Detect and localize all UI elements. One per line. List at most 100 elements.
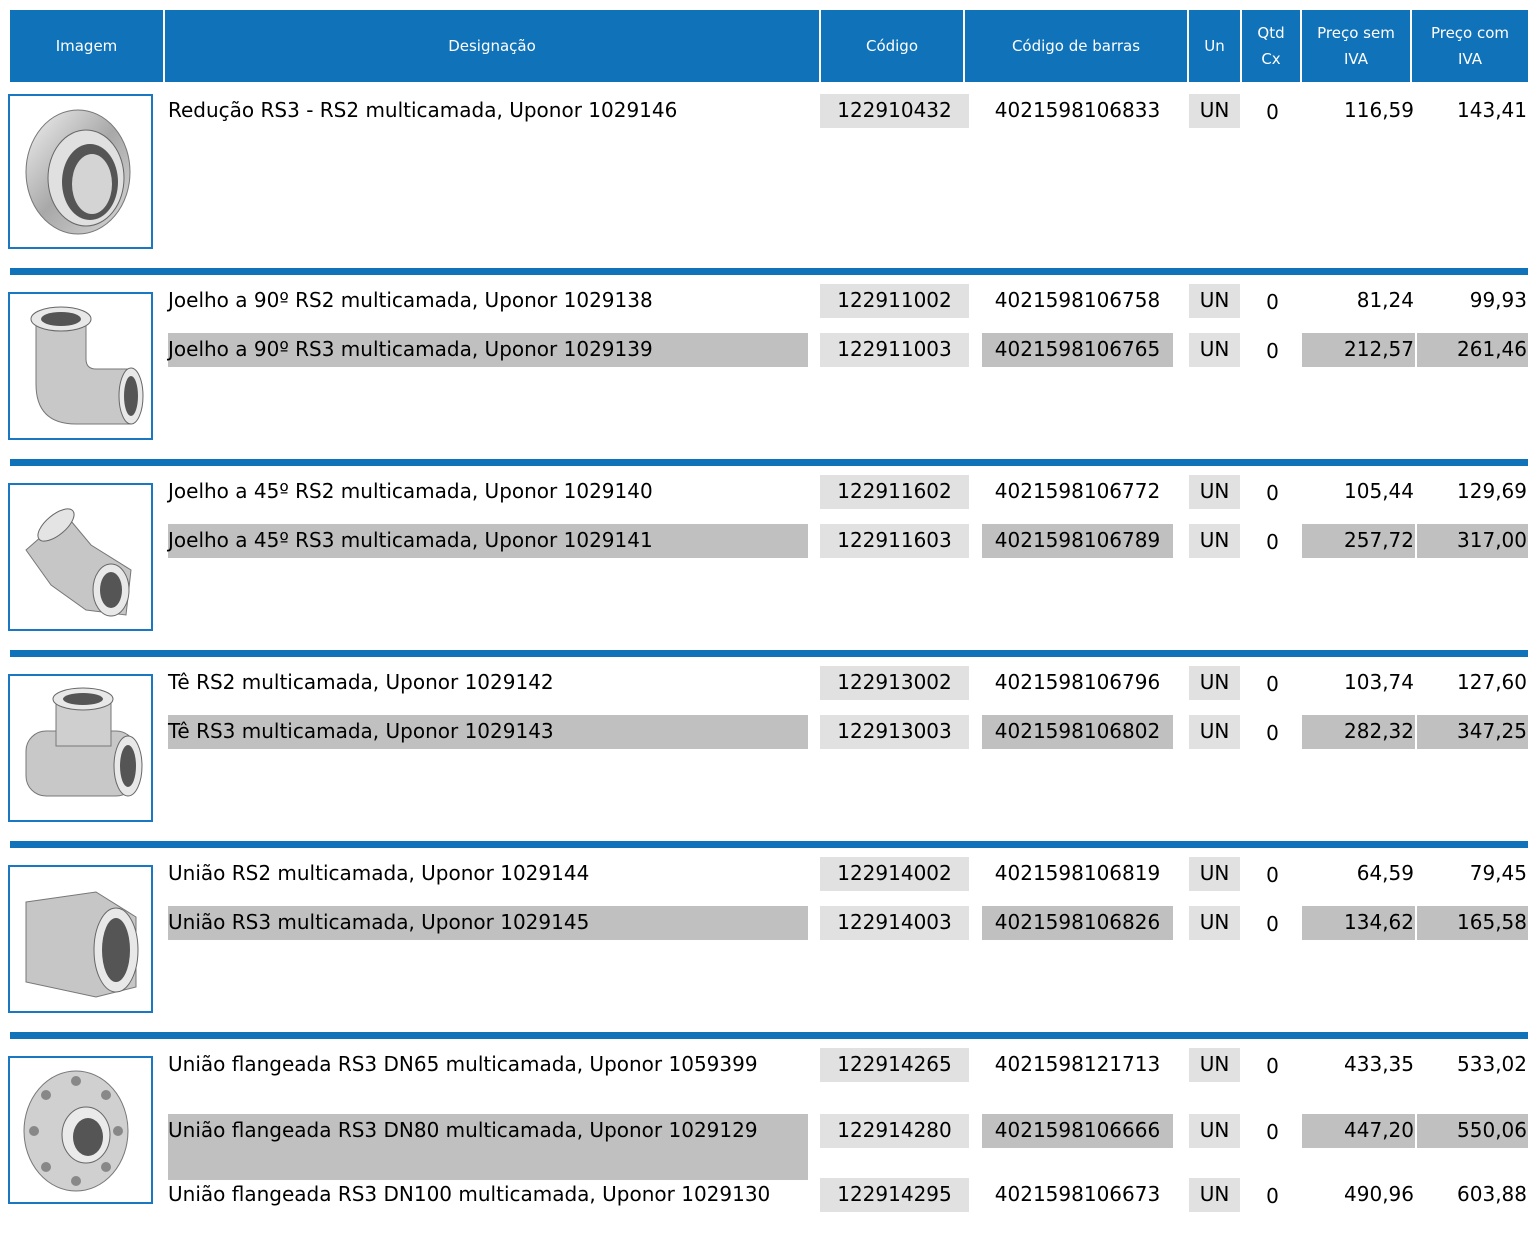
- row-qtd: 0: [1266, 100, 1279, 124]
- row-preco-sem-iva: 64,59: [1356, 861, 1414, 885]
- row-un: UN: [1189, 1048, 1240, 1082]
- row-preco-com-iva: 317,00: [1417, 524, 1528, 558]
- row-designacao: União flangeada RS3 DN65 multicamada, Up…: [168, 1052, 758, 1076]
- header-preco-com-iva: Preço com IVA: [1412, 10, 1528, 82]
- group-divider: [10, 1032, 1528, 1039]
- header-imagem: Imagem: [10, 10, 163, 82]
- row-preco-sem-iva: 103,74: [1344, 670, 1414, 694]
- row-qtd: 0: [1266, 1184, 1279, 1208]
- group-divider: [10, 841, 1528, 848]
- row-preco-com-iva: 550,06: [1417, 1114, 1528, 1148]
- row-qtd: 0: [1266, 1120, 1279, 1144]
- product-group-joelho-45: Joelho a 45º RS2 multicamada, Uponor 102…: [0, 459, 1532, 634]
- row-preco-com-iva: 261,46: [1417, 333, 1528, 367]
- row-preco-sem-iva: 81,24: [1356, 288, 1414, 312]
- row-un: UN: [1189, 284, 1240, 318]
- row-codigo-barras: 4021598106796: [994, 670, 1161, 694]
- row-qtd: 0: [1266, 481, 1279, 505]
- row-preco-com-iva: 603,88: [1457, 1182, 1527, 1206]
- row-un: UN: [1189, 524, 1240, 558]
- row-preco-com-iva: 127,60: [1457, 670, 1527, 694]
- row-preco-sem-iva: 490,96: [1344, 1182, 1414, 1206]
- header-preco-sem-iva: Preço sem IVA: [1302, 10, 1410, 82]
- row-codigo: 122913003: [820, 715, 969, 749]
- row-preco-com-iva: 99,93: [1469, 288, 1527, 312]
- row-preco-sem-iva: 433,35: [1344, 1052, 1414, 1076]
- union-fitting-icon: [8, 865, 153, 1013]
- product-group-joelho-90: Joelho a 90º RS2 multicamada, Uponor 102…: [0, 268, 1532, 443]
- header-preco-com-line2: IVA: [1458, 50, 1482, 68]
- row-designacao: Joelho a 45º RS2 multicamada, Uponor 102…: [168, 479, 653, 503]
- row-designacao: Tê RS2 multicamada, Uponor 1029142: [168, 670, 554, 694]
- row-qtd: 0: [1266, 912, 1279, 936]
- row-codigo: 122914265: [820, 1048, 969, 1082]
- row-preco-com-iva: 129,69: [1457, 479, 1527, 503]
- row-un: UN: [1189, 333, 1240, 367]
- row-codigo: 122911003: [820, 333, 969, 367]
- row-un: UN: [1189, 666, 1240, 700]
- row-codigo-barras: 4021598106833: [994, 98, 1161, 122]
- row-codigo-barras: 4021598106772: [994, 479, 1161, 503]
- row-codigo: 122911602: [820, 475, 969, 509]
- row-codigo: 122913002: [820, 666, 969, 700]
- header-qtd-line1: Qtd: [1257, 24, 1285, 42]
- header-designacao: Designação: [165, 10, 819, 82]
- row-preco-sem-iva: 257,72: [1302, 524, 1415, 558]
- row-un: UN: [1189, 906, 1240, 940]
- row-codigo-barras: 4021598106826: [982, 906, 1173, 940]
- row-preco-sem-iva: 212,57: [1302, 333, 1415, 367]
- row-codigo: 122914003: [820, 906, 969, 940]
- product-group-uniao: União RS2 multicamada, Uponor 1029144 12…: [0, 841, 1532, 1016]
- row-qtd: 0: [1266, 672, 1279, 696]
- header-qtd-line2: Cx: [1261, 50, 1281, 68]
- flanged-union-fitting-icon: [8, 1056, 153, 1204]
- row-designacao: Joelho a 45º RS3 multicamada, Uponor 102…: [168, 524, 808, 558]
- row-qtd: 0: [1266, 721, 1279, 745]
- row-designacao: Joelho a 90º RS3 multicamada, Uponor 102…: [168, 333, 808, 367]
- row-designacao: União flangeada RS3 DN100 multicamada, U…: [168, 1182, 771, 1206]
- row-designacao: União RS3 multicamada, Uponor 1029145: [168, 906, 808, 940]
- row-preco-com-iva: 533,02: [1457, 1052, 1527, 1076]
- row-codigo: 122914280: [820, 1114, 969, 1148]
- row-qtd: 0: [1266, 1054, 1279, 1078]
- row-codigo-barras: 4021598106819: [994, 861, 1161, 885]
- row-un: UN: [1189, 715, 1240, 749]
- row-preco-sem-iva: 447,20: [1302, 1114, 1415, 1148]
- header-qtd-cx: Qtd Cx: [1242, 10, 1300, 82]
- row-preco-sem-iva: 116,59: [1344, 98, 1414, 122]
- tee-fitting-icon: [8, 674, 153, 822]
- row-un: UN: [1189, 857, 1240, 891]
- row-codigo-barras: 4021598106673: [994, 1182, 1161, 1206]
- row-preco-com-iva: 79,45: [1469, 861, 1527, 885]
- row-codigo-barras: 4021598106765: [982, 333, 1173, 367]
- row-preco-com-iva: 165,58: [1417, 906, 1528, 940]
- elbow-45-fitting-icon: [8, 483, 153, 631]
- row-designacao: Tê RS3 multicamada, Uponor 1029143: [168, 715, 808, 749]
- header-un: Un: [1189, 10, 1240, 82]
- reducer-fitting-icon: [8, 94, 153, 249]
- row-designacao: União flangeada RS3 DN80 multicamada, Up…: [168, 1114, 808, 1180]
- group-divider: [10, 268, 1528, 275]
- row-designacao: União RS2 multicamada, Uponor 1029144: [168, 861, 590, 885]
- row-designacao: Redução RS3 - RS2 multicamada, Uponor 10…: [168, 98, 678, 122]
- product-group-te: Tê RS2 multicamada, Uponor 1029142 12291…: [0, 650, 1532, 825]
- group-divider: [10, 650, 1528, 657]
- row-preco-com-iva: 347,25: [1417, 715, 1528, 749]
- row-qtd: 0: [1266, 290, 1279, 314]
- row-codigo-barras: 4021598106758: [994, 288, 1161, 312]
- row-codigo-barras: 4021598106802: [982, 715, 1173, 749]
- row-codigo-barras: 4021598106789: [982, 524, 1173, 558]
- row-un: UN: [1189, 1178, 1240, 1212]
- elbow-90-fitting-icon: [8, 292, 153, 440]
- row-preco-sem-iva: 134,62: [1302, 906, 1415, 940]
- row-qtd: 0: [1266, 339, 1279, 363]
- row-qtd: 0: [1266, 863, 1279, 887]
- row-preco-com-iva: 143,41: [1457, 98, 1527, 122]
- row-codigo: 122914002: [820, 857, 969, 891]
- row-codigo: 122914295: [820, 1178, 969, 1212]
- header-codigo: Código: [821, 10, 963, 82]
- row-preco-sem-iva: 105,44: [1344, 479, 1414, 503]
- group-divider: [10, 459, 1528, 466]
- row-un: UN: [1189, 475, 1240, 509]
- row-codigo: 122910432: [820, 94, 969, 128]
